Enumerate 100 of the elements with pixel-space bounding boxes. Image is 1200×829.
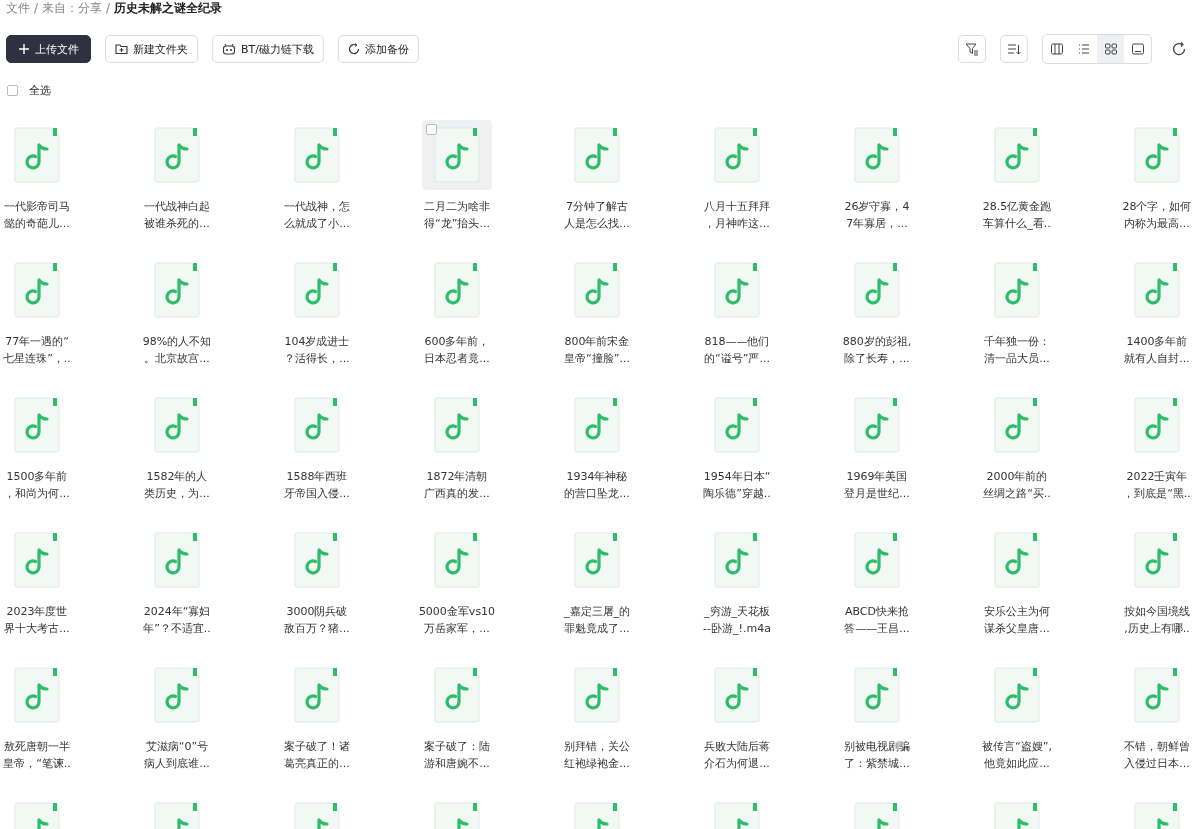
list-view-icon bbox=[1076, 42, 1091, 56]
audio-file-icon bbox=[714, 127, 760, 183]
plus-icon bbox=[18, 43, 30, 55]
audio-file-icon bbox=[154, 667, 200, 723]
bt-button[interactable]: BT/磁力链下载 bbox=[212, 35, 324, 63]
file-name: 818——他们 的“谥号”严... bbox=[704, 334, 770, 367]
select-all-label: 全选 bbox=[29, 83, 51, 98]
select-all-checkbox[interactable] bbox=[7, 85, 18, 96]
file-name: 案子破了：陆 游和唐婉不... bbox=[424, 739, 490, 772]
filter-button[interactable] bbox=[958, 35, 986, 63]
file-name: 不错，朝鲜曾 入侵过日本... bbox=[1124, 739, 1190, 772]
upload-button[interactable]: 上传文件 bbox=[6, 35, 91, 63]
file-name: ABCD快来抢 答——王昌... bbox=[844, 604, 910, 637]
breadcrumb-link[interactable]: 来自：分享 bbox=[42, 0, 103, 17]
file-checkbox[interactable] bbox=[426, 124, 437, 135]
columns-view-icon bbox=[1049, 42, 1064, 56]
preview-view-icon bbox=[1130, 42, 1145, 56]
file-name: 1582年的人 类历史，为... bbox=[144, 469, 210, 502]
file-name: 1969年美国 登月是世纪... bbox=[844, 469, 910, 502]
audio-file-icon bbox=[854, 127, 900, 183]
file-name: 5000金军vs10 万岳家军，... bbox=[418, 604, 496, 637]
file-name: 2022壬寅年 ，到底是“黑.. bbox=[1123, 469, 1191, 502]
file-name: 按如今国境线 ,历史上有哪.. bbox=[1124, 604, 1190, 637]
audio-file-icon bbox=[14, 532, 60, 588]
audio-file-icon bbox=[854, 397, 900, 453]
backup-button[interactable]: 添加备份 bbox=[338, 35, 419, 63]
file-name: 98%的人不知 。北京故宫... bbox=[142, 334, 212, 367]
audio-file-icon bbox=[854, 667, 900, 723]
audio-file-icon bbox=[14, 262, 60, 318]
breadcrumb-separator: / bbox=[106, 1, 111, 15]
file-name: 600多年前， 日本忍者竟... bbox=[424, 334, 490, 367]
file-name: 7分钟了解古 人是怎么找... bbox=[564, 199, 630, 232]
audio-file-icon bbox=[154, 397, 200, 453]
audio-file-icon bbox=[854, 262, 900, 318]
file-name: 28个字，如何 内称为最高... bbox=[1122, 199, 1192, 232]
audio-file-icon bbox=[574, 667, 620, 723]
audio-file-icon bbox=[154, 262, 200, 318]
file-name: 880岁的彭祖, 除了长寿，... bbox=[842, 334, 912, 367]
file-name: 八月十五拜拜 ，月神咋这... bbox=[704, 199, 770, 232]
audio-file-icon bbox=[294, 397, 340, 453]
audio-file-icon bbox=[994, 262, 1040, 318]
file-thumbnail[interactable] bbox=[422, 120, 492, 190]
file-name: 案子破了！诸 葛亮真正的... bbox=[284, 739, 350, 772]
audio-file-icon bbox=[294, 262, 340, 318]
file-name: 3000阴兵破 敌百万？猪... bbox=[284, 604, 350, 637]
file-name: 800年前宋金 皇帝“撞脸”... bbox=[564, 334, 630, 367]
file-name: 1954年日本“ 陶乐德”穿越.. bbox=[703, 469, 771, 502]
audio-file-icon bbox=[154, 127, 200, 183]
file-name: 2000年前的 丝绸之路“买.. bbox=[983, 469, 1051, 502]
refresh-icon[interactable] bbox=[1172, 42, 1186, 56]
audio-file-icon bbox=[434, 667, 480, 723]
audio-file-icon bbox=[574, 262, 620, 318]
file-name: 一代战神白起 被谁杀死的... bbox=[144, 199, 210, 232]
file-name: 二月二为啥非 得“龙”抬头... bbox=[424, 199, 490, 232]
audio-file-icon bbox=[574, 397, 620, 453]
sort-button[interactable] bbox=[1000, 35, 1028, 63]
file-name: 1588年西班 牙帝国入侵... bbox=[284, 469, 350, 502]
sort-icon bbox=[1007, 42, 1021, 56]
breadcrumb-current: 历史未解之谜全纪录 bbox=[114, 0, 223, 17]
audio-file-icon bbox=[1134, 667, 1180, 723]
folder-button[interactable]: 新建文件夹 bbox=[105, 35, 198, 63]
file-name: 2023年度世 界十大考古... bbox=[4, 604, 70, 637]
audio-file-icon bbox=[714, 532, 760, 588]
file-name: 104岁成进士 ？活得长，... bbox=[284, 334, 350, 367]
audio-file-icon bbox=[714, 262, 760, 318]
audio-file-icon bbox=[1134, 262, 1180, 318]
audio-file-icon bbox=[574, 127, 620, 183]
audio-file-icon bbox=[994, 397, 1040, 453]
audio-file-icon bbox=[854, 532, 900, 588]
audio-file-icon bbox=[154, 532, 200, 588]
file-name: 兵败大陆后蒋 介石为何退... bbox=[704, 739, 770, 772]
breadcrumb-separator: / bbox=[34, 1, 39, 15]
file-name: 2024年“寡妇 年”？不适宜.. bbox=[143, 604, 211, 637]
file-name: 别被电视剧骗 了：紫禁城... bbox=[844, 739, 910, 772]
audio-file-icon bbox=[14, 667, 60, 723]
file-name: 千年独一份： 清一品大员... bbox=[984, 334, 1050, 367]
audio-file-icon bbox=[434, 127, 480, 183]
audio-file-icon bbox=[1134, 127, 1180, 183]
breadcrumb-link[interactable]: 文件 bbox=[6, 0, 30, 17]
refresh-icon bbox=[348, 43, 360, 55]
file-name: 1872年清朝 广西真的发... bbox=[424, 469, 490, 502]
audio-file-icon bbox=[434, 532, 480, 588]
audio-file-icon bbox=[434, 397, 480, 453]
audio-file-icon bbox=[14, 397, 60, 453]
audio-file-icon bbox=[994, 532, 1040, 588]
robot-icon bbox=[222, 43, 236, 55]
file-name: 一代影帝司马 懿的奇葩儿... bbox=[4, 199, 70, 232]
file-name: 敖死唐朝一半 皇帝，“笔谏.. bbox=[3, 739, 71, 772]
file-name: 1500多年前 ，和尚为何... bbox=[4, 469, 70, 502]
file-name: 26岁守寡，4 7年寡居，... bbox=[844, 199, 910, 232]
file-name: 1400多年前 就有人自封... bbox=[1124, 334, 1190, 367]
audio-file-icon bbox=[1134, 397, 1180, 453]
grid-view-button[interactable] bbox=[1097, 35, 1124, 63]
file-name: 安乐公主为何 谋杀父皇唐... bbox=[984, 604, 1050, 637]
file-name: 77年一遇的“ 七星连珠”，.. bbox=[3, 334, 71, 367]
file-name: 1934年神秘 的营口坠龙... bbox=[564, 469, 630, 502]
audio-file-icon bbox=[1134, 532, 1180, 588]
file-name: _嘉定三屠_的 罪魁竟成了... bbox=[564, 604, 630, 637]
file-name: 艾滋病“0”号 病人到底谁... bbox=[144, 739, 210, 772]
audio-file-icon bbox=[994, 127, 1040, 183]
